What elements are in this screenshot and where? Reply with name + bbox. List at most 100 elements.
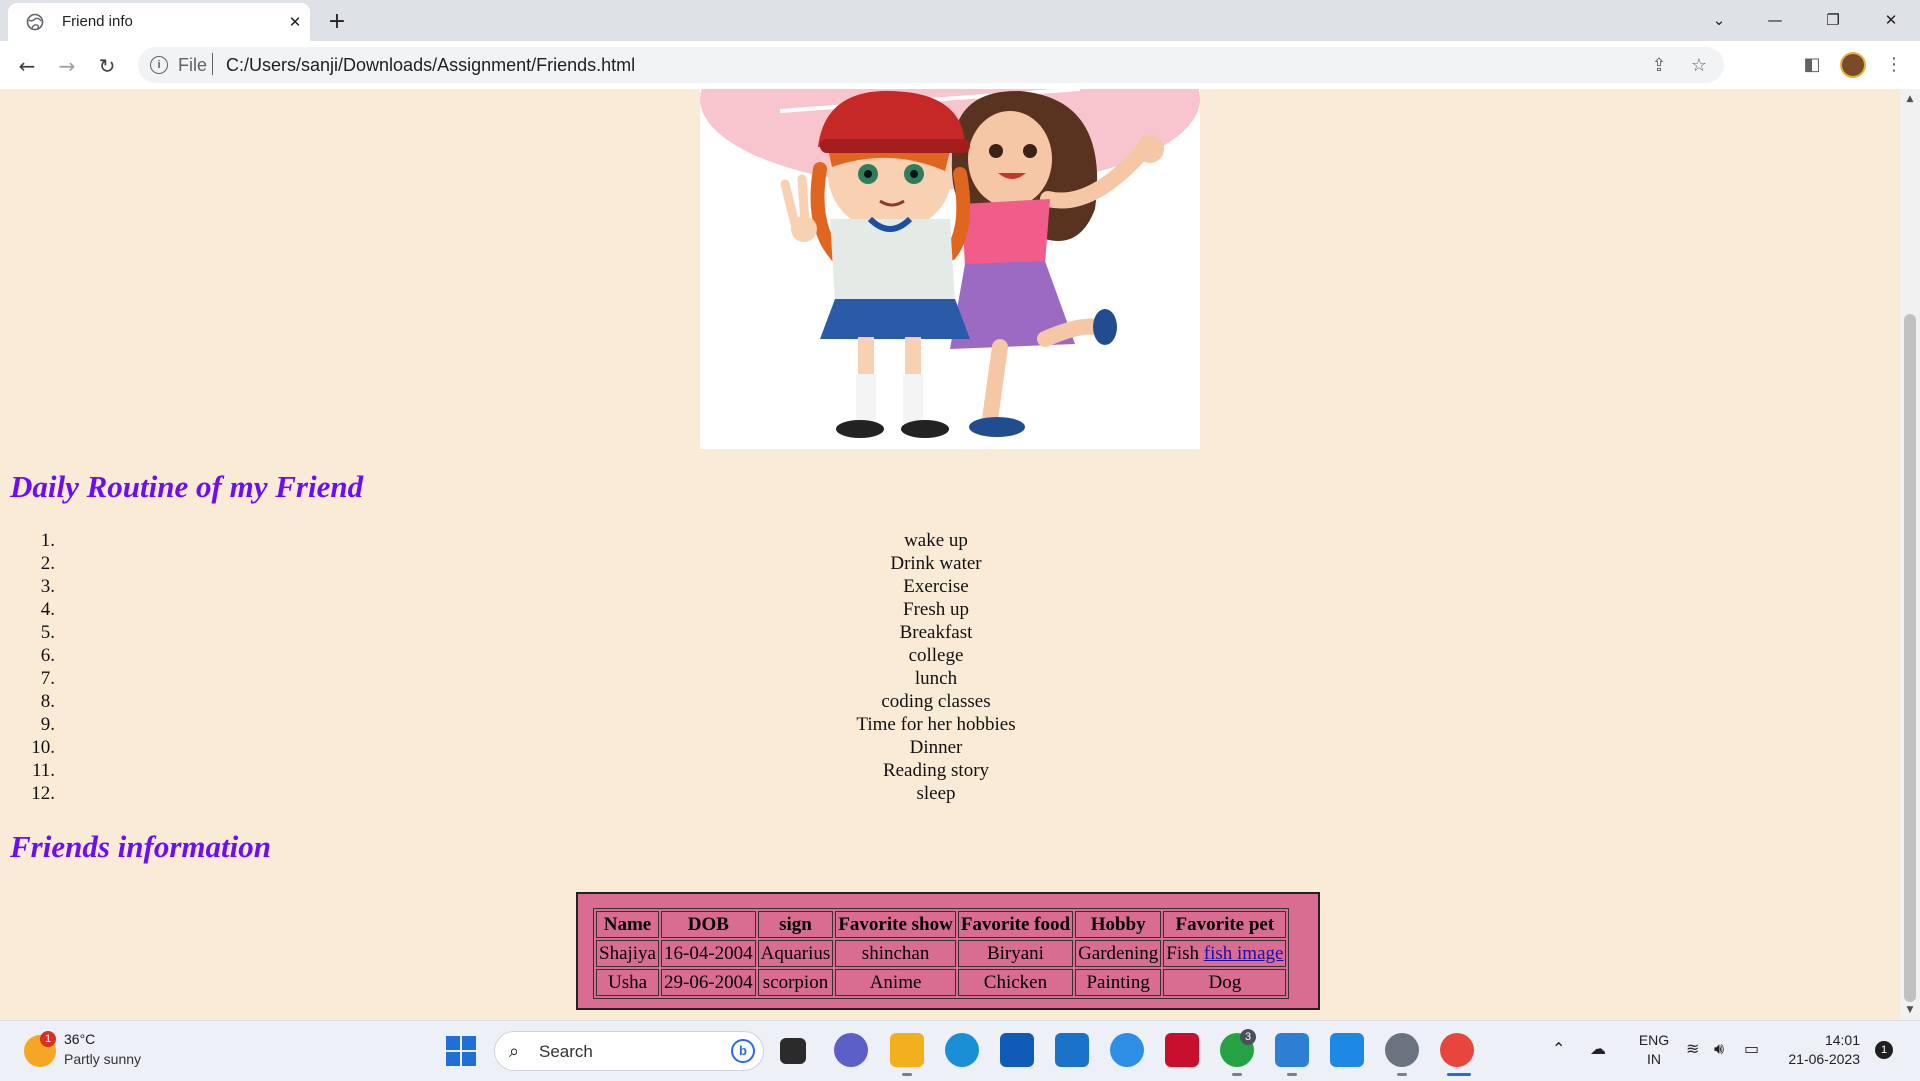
routine-item-text: Drink water bbox=[890, 553, 982, 574]
routine-item-number: 8. bbox=[40, 691, 55, 712]
teams-chat-icon[interactable] bbox=[834, 1033, 868, 1067]
table-cell-text: Usha bbox=[607, 971, 648, 993]
menu-kebab-icon[interactable]: ⋮ bbox=[1880, 51, 1908, 79]
routine-item-text: college bbox=[908, 645, 964, 666]
url-separator bbox=[212, 53, 213, 75]
weather-description[interactable]: Partly sunny bbox=[64, 1051, 141, 1067]
browser-toolbar: ← → ↻ i File C:/Users/sanji/Downloads/As… bbox=[0, 41, 1920, 90]
settings-gear-icon[interactable] bbox=[1385, 1033, 1419, 1067]
forward-arrow-icon[interactable]: → bbox=[52, 51, 82, 81]
bing-icon[interactable]: b bbox=[731, 1039, 755, 1063]
friends-table: Name DOB sign Favorite show Favorite food Hob… bbox=[593, 908, 1290, 999]
file-explorer-icon[interactable] bbox=[890, 1033, 924, 1067]
routine-item-text: Time for her hobbies bbox=[856, 714, 1016, 735]
table-cell: shinchan bbox=[835, 940, 956, 967]
url-text[interactable]: C:/Users/sanji/Downloads/Assignment/Frie… bbox=[226, 55, 635, 76]
routine-list-item: 4. Fresh up bbox=[0, 598, 1900, 621]
routine-item-number: 10. bbox=[31, 737, 55, 758]
url-scheme-label: File bbox=[178, 55, 208, 75]
scroll-thumb[interactable] bbox=[1904, 314, 1916, 1002]
windows-taskbar: 1 36°C Partly sunny ⌕ Search b 3 ⌃ ☁ ENG… bbox=[0, 1020, 1920, 1081]
chrome-icon[interactable] bbox=[1440, 1033, 1474, 1067]
taskbar-search-box[interactable]: ⌕ Search b bbox=[494, 1031, 764, 1071]
fish-image-link[interactable]: fish image bbox=[1204, 943, 1284, 964]
photos-icon[interactable] bbox=[1275, 1033, 1309, 1067]
routine-list-item: 11. Reading story bbox=[0, 759, 1900, 782]
table-cell-text: Gardening bbox=[1078, 942, 1159, 964]
back-arrow-icon[interactable]: ← bbox=[12, 51, 42, 81]
table-cell-text: Aquarius bbox=[760, 942, 831, 964]
tab-search-chevron-icon[interactable]: ⌄ bbox=[1696, 6, 1742, 34]
address-bar[interactable]: i File C:/Users/sanji/Downloads/Assignme… bbox=[138, 47, 1724, 83]
routine-item-text: lunch bbox=[914, 668, 958, 689]
routine-list-item: 7. lunch bbox=[0, 667, 1900, 690]
table-cell: scorpion bbox=[757, 969, 834, 996]
get-help-icon[interactable] bbox=[1110, 1033, 1144, 1067]
scroll-down-arrow-icon[interactable]: ▼ bbox=[1900, 1002, 1920, 1018]
share-icon[interactable]: ⇪ bbox=[1648, 55, 1670, 77]
routine-heading: Daily Routine of my Friend bbox=[10, 469, 364, 504]
routine-item-number: 2. bbox=[40, 553, 55, 574]
ms-store-icon[interactable] bbox=[1000, 1033, 1034, 1067]
tab-friend-info[interactable]: Friend info ✕ bbox=[8, 3, 310, 41]
window-close-icon[interactable]: ✕ bbox=[1868, 6, 1914, 34]
whatsapp-badge: 3 bbox=[1240, 1029, 1256, 1045]
routine-item-text: Exercise bbox=[903, 576, 969, 597]
lang-line2: IN bbox=[1647, 1051, 1661, 1067]
tab-close-icon[interactable]: ✕ bbox=[285, 12, 305, 32]
site-info-icon[interactable]: i bbox=[150, 56, 168, 74]
side-panel-icon[interactable]: ◧ bbox=[1798, 51, 1826, 79]
vscode-icon[interactable] bbox=[1330, 1033, 1364, 1067]
routine-item-number: 12. bbox=[31, 783, 55, 804]
table-cell-text: Anime bbox=[869, 971, 922, 993]
bookmark-star-icon[interactable]: ☆ bbox=[1688, 55, 1710, 77]
routine-list: 1. wake up 2. Drink water 3. Exercise 4. Fresh … bbox=[0, 529, 1900, 805]
scroll-up-arrow-icon[interactable]: ▲ bbox=[1900, 91, 1920, 107]
volume-icon[interactable]: 🔊︎ bbox=[1714, 1039, 1724, 1059]
tab-title: Friend info bbox=[62, 13, 133, 30]
battery-icon[interactable]: ▭ bbox=[1744, 1039, 1759, 1058]
friends-cartoon-image bbox=[700, 89, 1200, 438]
wifi-icon[interactable]: ≋ bbox=[1686, 1039, 1699, 1058]
settings-running-indicator bbox=[1397, 1073, 1407, 1076]
minimize-icon[interactable]: — bbox=[1752, 6, 1798, 34]
edge-icon[interactable] bbox=[945, 1033, 979, 1067]
table-header-cell: DOB bbox=[661, 911, 756, 938]
show-hidden-icons-chevron-icon[interactable]: ⌃ bbox=[1552, 1039, 1565, 1058]
table-header-cell: sign bbox=[757, 911, 834, 938]
task-view-icon[interactable] bbox=[780, 1038, 806, 1064]
hp-app-icon[interactable] bbox=[1055, 1033, 1089, 1067]
whatsapp-running-indicator bbox=[1232, 1073, 1242, 1076]
table-cell: Shajiya bbox=[596, 940, 659, 967]
notification-badge[interactable]: 1 bbox=[1875, 1041, 1893, 1059]
routine-list-item: 9. Time for her hobbies bbox=[0, 713, 1900, 736]
routine-item-number: 11. bbox=[31, 760, 55, 781]
photos-running-indicator bbox=[1287, 1073, 1297, 1076]
system-clock[interactable]: 14:01 21-06-2023 bbox=[1780, 1031, 1860, 1069]
profile-avatar[interactable] bbox=[1840, 52, 1866, 78]
routine-list-item: 2. Drink water bbox=[0, 552, 1900, 575]
table-cell-text: Chicken bbox=[983, 971, 1048, 993]
table-cell: Dog bbox=[1163, 969, 1287, 996]
routine-item-number: 4. bbox=[40, 599, 55, 620]
mcafee-icon[interactable] bbox=[1165, 1033, 1199, 1067]
globe-icon bbox=[26, 13, 44, 31]
table-header-row: Name DOB sign Favorite show Favorite food Hob… bbox=[596, 911, 1287, 938]
routine-item-text: wake up bbox=[904, 530, 968, 551]
routine-item-number: 7. bbox=[40, 668, 55, 689]
table-cell: Aquarius bbox=[757, 940, 834, 967]
reload-icon[interactable]: ↻ bbox=[92, 51, 122, 81]
vertical-scrollbar[interactable]: ▲ ▼ bbox=[1900, 89, 1920, 1020]
table-cell-text: 16-04-2004 bbox=[664, 942, 753, 964]
table-cell: Gardening bbox=[1075, 940, 1162, 967]
input-language-indicator[interactable]: ENG IN bbox=[1636, 1031, 1672, 1069]
restore-icon[interactable]: ❐ bbox=[1810, 6, 1856, 34]
windows-start-icon[interactable] bbox=[446, 1036, 476, 1066]
table-cell-text: shinchan bbox=[861, 942, 930, 964]
table-cell: Painting bbox=[1075, 969, 1162, 996]
new-tab-plus-icon[interactable]: + bbox=[324, 9, 350, 35]
routine-item-text: sleep bbox=[916, 783, 956, 804]
table-cell: Usha bbox=[596, 969, 659, 996]
weather-temperature[interactable]: 36°C bbox=[64, 1031, 95, 1047]
onedrive-cloud-icon[interactable]: ☁ bbox=[1590, 1039, 1606, 1058]
